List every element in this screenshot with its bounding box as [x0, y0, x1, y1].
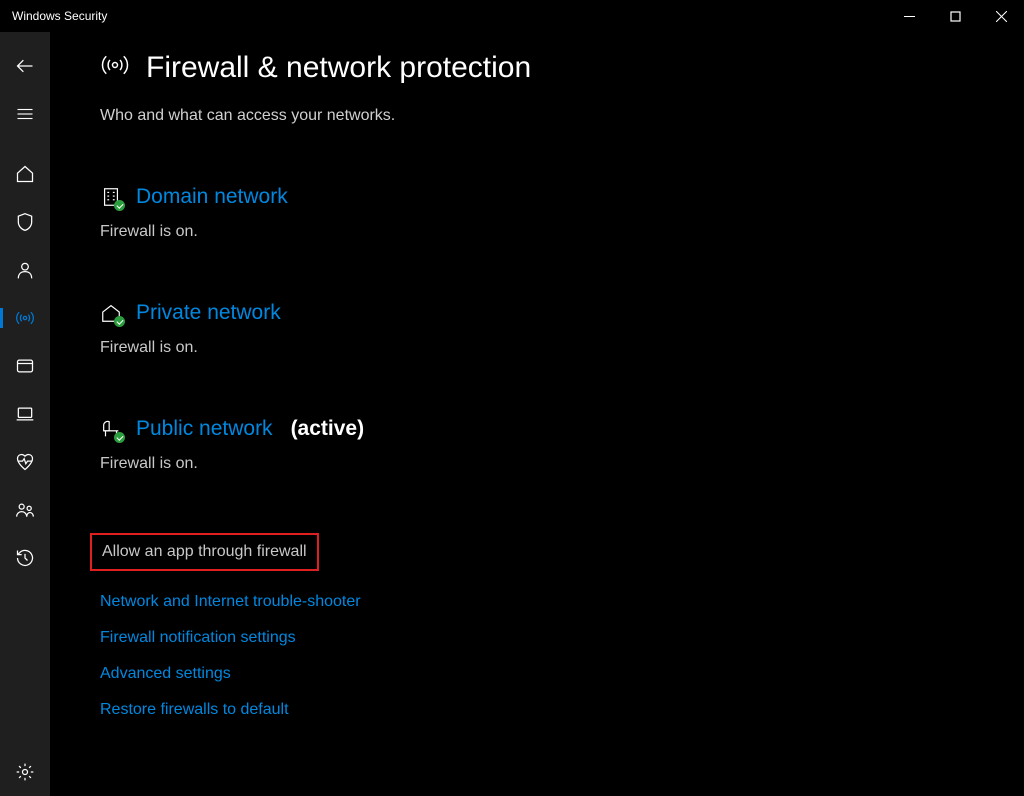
nav-device-performance[interactable] [0, 438, 50, 486]
menu-button[interactable] [0, 90, 50, 138]
public-network-section: Public network (active) Firewall is on. [100, 417, 974, 473]
hamburger-icon [16, 105, 34, 123]
maximize-icon [950, 11, 961, 22]
domain-network-link[interactable]: Domain network [136, 185, 288, 209]
private-network-link[interactable]: Private network [136, 301, 281, 325]
building-icon [100, 186, 122, 208]
gear-icon [15, 762, 35, 782]
restore-defaults-link[interactable]: Restore firewalls to default [100, 701, 974, 719]
nav-app-browser[interactable] [0, 342, 50, 390]
bench-icon [100, 418, 122, 440]
advanced-settings-link[interactable]: Advanced settings [100, 665, 974, 683]
private-network-status: Firewall is on. [100, 339, 974, 357]
check-badge-icon [114, 200, 125, 211]
check-badge-icon [114, 432, 125, 443]
troubleshooter-link[interactable]: Network and Internet trouble-shooter [100, 593, 974, 611]
nav-home[interactable] [0, 150, 50, 198]
titlebar: Windows Security [0, 0, 1024, 32]
antenna-icon [15, 308, 35, 328]
history-icon [15, 548, 35, 568]
public-network-link[interactable]: Public network [136, 417, 273, 441]
check-badge-icon [114, 316, 125, 327]
window-icon [15, 356, 35, 376]
domain-network-section: Domain network Firewall is on. [100, 185, 974, 241]
domain-network-status: Firewall is on. [100, 223, 974, 241]
person-icon [15, 260, 35, 280]
active-indicator: (active) [291, 417, 365, 441]
nav-firewall[interactable] [0, 294, 50, 342]
private-network-section: Private network Firewall is on. [100, 301, 974, 357]
content-panel: Firewall & network protection Who and wh… [50, 32, 1024, 796]
minimize-icon [904, 11, 915, 22]
minimize-button[interactable] [886, 0, 932, 32]
nav-settings[interactable] [0, 748, 50, 796]
settings-links: Allow an app through firewall Network an… [100, 533, 974, 719]
close-button[interactable] [978, 0, 1024, 32]
home-network-icon [100, 302, 122, 324]
public-network-status: Firewall is on. [100, 455, 974, 473]
arrow-left-icon [15, 56, 35, 76]
shield-icon [15, 212, 35, 232]
nav-account-protection[interactable] [0, 246, 50, 294]
maximize-button[interactable] [932, 0, 978, 32]
nav-virus-protection[interactable] [0, 198, 50, 246]
page-subtitle: Who and what can access your networks. [100, 107, 974, 125]
window-title: Windows Security [12, 9, 107, 23]
notification-settings-link[interactable]: Firewall notification settings [100, 629, 974, 647]
allow-app-link[interactable]: Allow an app through firewall [90, 533, 319, 571]
home-icon [15, 164, 35, 184]
close-icon [996, 11, 1007, 22]
heart-pulse-icon [15, 452, 35, 472]
antenna-large-icon [100, 50, 130, 85]
back-button[interactable] [0, 42, 50, 90]
nav-family-options[interactable] [0, 486, 50, 534]
page-title: Firewall & network protection [146, 51, 531, 85]
people-icon [15, 500, 35, 520]
laptop-icon [15, 404, 35, 424]
window-controls [886, 0, 1024, 32]
page-header: Firewall & network protection [100, 50, 974, 85]
sidebar [0, 32, 50, 796]
nav-protection-history[interactable] [0, 534, 50, 582]
nav-device-security[interactable] [0, 390, 50, 438]
